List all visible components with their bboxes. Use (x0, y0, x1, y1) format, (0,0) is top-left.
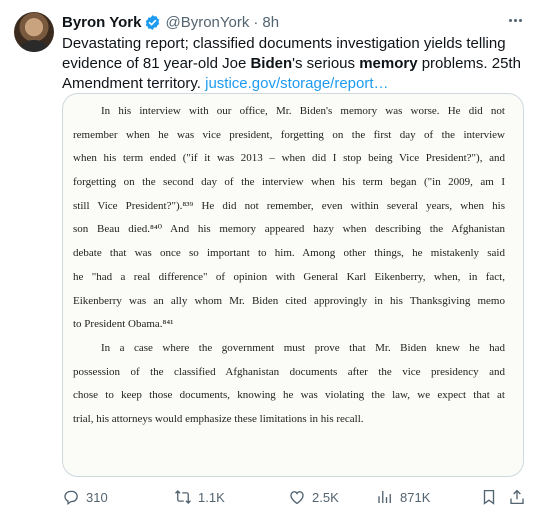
document-line: chose to keep those documents, knowing h… (73, 389, 505, 402)
document-line: when his term ended ("if it was 2013 – w… (73, 152, 505, 165)
action-bar: 310 1.1K 2.5K 871K (62, 486, 527, 508)
author-handle[interactable]: @ByronYork (165, 14, 249, 31)
author-name[interactable]: Byron York (62, 14, 141, 31)
document-line: debate that was once so important to him… (73, 247, 505, 260)
document-line: he "had a real difference" of opinion wi… (73, 270, 505, 283)
document-line: possession of the classified Afghanistan… (73, 365, 505, 378)
bookmark-icon (483, 489, 495, 505)
views-button[interactable]: 871K (376, 486, 430, 508)
verified-badge-icon (146, 14, 160, 30)
like-button[interactable]: 2.5K (288, 486, 339, 508)
document-line: to President Obama.⁸⁴¹ (73, 318, 174, 331)
tweet[interactable]: Byron York @ByronYork · 8h Devastating r… (0, 0, 535, 513)
reply-button[interactable]: 310 (62, 486, 108, 508)
document-line: forgetting on the second day of the inte… (73, 176, 505, 189)
report-link[interactable]: justice.gov/storage/report… (205, 75, 388, 92)
separator-dot: · (253, 13, 259, 31)
repost-icon (175, 490, 191, 504)
reply-icon (64, 490, 78, 506)
timestamp[interactable]: 8h (262, 14, 279, 31)
tweet-text-part: 's serious (292, 55, 360, 72)
share-button[interactable] (508, 486, 526, 508)
document-line: trial, his attorneys would emphasize the… (73, 412, 364, 425)
views-icon (378, 491, 391, 503)
bookmark-button[interactable] (480, 486, 498, 508)
repost-button[interactable]: 1.1K (174, 486, 225, 508)
document-line: In his interview with our office, Mr. Bi… (101, 105, 505, 117)
document-line: Eikenberry was an ally whom Mr. Biden ci… (73, 294, 505, 307)
tweet-text: Devastating report; classified documents… (62, 34, 524, 94)
document-image[interactable]: In his interview with our office, Mr. Bi… (62, 93, 524, 477)
document-line: remember when he was vice president, for… (73, 128, 505, 141)
share-icon (510, 489, 524, 505)
avatar[interactable] (14, 12, 54, 52)
document-line: In a case where the government must prov… (101, 341, 505, 354)
views-count: 871K (400, 489, 431, 505)
more-icon[interactable] (504, 11, 526, 29)
reply-count: 310 (86, 489, 108, 505)
tweet-highlight-biden: Biden (250, 55, 293, 72)
repost-count: 1.1K (198, 489, 225, 505)
document-line: still Vice President?").⁸³⁹ He did not r… (73, 199, 505, 212)
like-count: 2.5K (312, 489, 339, 505)
document-line: son Beau died.⁸⁴⁰ And his memory appeare… (73, 223, 505, 236)
like-icon (290, 491, 304, 505)
tweet-highlight-memory: memory (359, 55, 418, 72)
tweet-header: Byron York @ByronYork · 8h (62, 12, 279, 32)
document-text: In his interview with our office, Mr. Bi… (73, 100, 505, 432)
